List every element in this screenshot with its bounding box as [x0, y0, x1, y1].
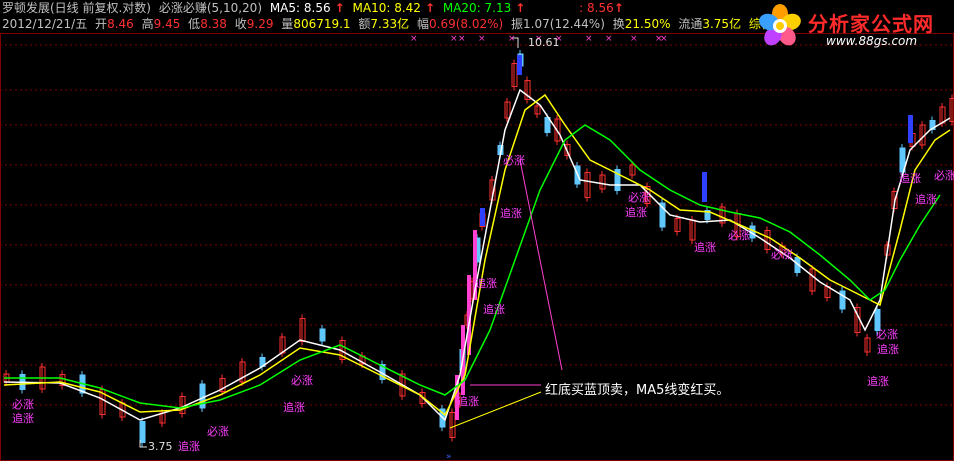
signal-label-chase: 追涨: [283, 401, 305, 414]
signal-label-chase: 追涨: [877, 343, 899, 356]
top-x-marker: ×: [660, 34, 668, 44]
top-x-marker: ×: [585, 34, 593, 44]
top-x-marker: ×: [630, 34, 638, 44]
open-value: 8.46: [107, 17, 134, 31]
top-x-marker: ×: [478, 34, 486, 44]
top-x-marker: ×: [450, 34, 458, 44]
signal-label-must: 必涨: [291, 374, 313, 387]
low-label: 低: [188, 17, 201, 31]
up-arrow-icon: ↑: [424, 1, 435, 15]
quote-header-row: 2012/12/21/五 开8.46 高9.45 低8.38 收9.29 量80…: [2, 17, 785, 31]
high-label: 高: [141, 17, 154, 31]
low-price-label: 3.75: [148, 440, 173, 453]
signal-label-chase: 追涨: [915, 193, 937, 206]
candle-body: [139, 421, 146, 443]
change-label: 幅: [416, 17, 429, 31]
float-value: 3.75亿: [702, 17, 742, 31]
high-value: 9.45: [153, 17, 181, 31]
indicator-header-row: 罗顿发展(日线 前复权.对数) 必涨必赚(5,10,20) MA5: 8.56 ↑…: [2, 1, 624, 15]
formula-name: 必涨必赚(5,10,20): [158, 1, 262, 15]
signal-label-must: 必涨: [934, 169, 954, 182]
amplitude-label: 振: [511, 17, 524, 31]
signal-label-chase: 追涨: [625, 206, 647, 219]
float-label: 流通: [678, 17, 703, 31]
ma5-value: 8.56: [303, 1, 331, 15]
sell-signal-bar: [517, 55, 522, 75]
ma20-label: MA20:: [442, 1, 481, 15]
signal-label-chase: 追涨: [500, 207, 522, 220]
flower-logo-icon: [759, 4, 801, 46]
signal-label-must: 必涨: [207, 425, 229, 438]
ma20-value: 7.13: [484, 1, 512, 15]
open-label: 开: [95, 17, 108, 31]
extra-value: : 8.56: [579, 1, 614, 15]
strategy-annotation: 红底买蓝顶卖，MA5线变红买。: [545, 383, 730, 398]
signal-label-chase: 追涨: [694, 241, 716, 254]
signal-label-chase: 追涨: [867, 375, 889, 388]
sell-signal-bar: [702, 172, 707, 202]
top-x-marker: ×: [508, 34, 516, 44]
amplitude-value: 1.07(12.44%): [523, 17, 605, 31]
logo-brand: 分析家公式网: [808, 12, 934, 36]
up-arrow-icon: ↑: [334, 1, 345, 15]
high-price-label: 10.61: [528, 36, 560, 49]
amount-label: 额: [358, 17, 371, 31]
low-value: 8.38: [200, 17, 227, 31]
ma10-value: 8.42: [394, 1, 421, 15]
candle-body: [319, 328, 326, 342]
sell-signal-bar: [908, 115, 913, 143]
annotation-pointer: [519, 159, 563, 371]
close-value: 9.29: [246, 17, 274, 31]
logo-url: www.88gs.com: [826, 34, 918, 48]
signal-label-chase: 追涨: [178, 440, 200, 453]
up-arrow-icon: ↑: [515, 1, 526, 15]
quote-date: 2012/12/21/五: [2, 17, 88, 31]
signal-label-chase: 追涨: [12, 412, 34, 425]
signal-label-must: 必涨: [771, 248, 793, 261]
ma5-label: MA5:: [269, 1, 301, 15]
change-value: 0.69(8.02%): [429, 17, 504, 31]
volume-label: 量: [281, 17, 294, 31]
top-x-marker: ×: [605, 34, 613, 44]
volume-value: 806719.1: [293, 17, 351, 31]
sell-signal-bar: [480, 208, 485, 226]
signal-label-chase: 追涨: [457, 395, 479, 408]
up-arrow-icon: ↑: [613, 1, 624, 15]
candlestick-chart[interactable]: × × × × × × × × × × ××»: [0, 0, 954, 461]
scroll-marker: »: [446, 452, 452, 461]
indicator-title: 罗顿发展(日线 前复权.对数): [2, 1, 151, 15]
signal-label-chase: 追涨: [483, 303, 505, 316]
signal-label-chase: 追涨: [475, 277, 497, 290]
signal-label-must: 必涨: [503, 154, 525, 167]
top-x-marker: ×: [458, 34, 466, 44]
amount-value: 7.33亿: [370, 17, 410, 31]
signal-label-chase: 追涨: [899, 172, 921, 185]
signal-label-must: 必涨: [628, 191, 650, 204]
turnover-value: 21.50%: [624, 17, 671, 31]
signal-label-must: 必涨: [876, 328, 898, 341]
ma10-label: MA10:: [352, 1, 391, 15]
close-label: 收: [234, 17, 247, 31]
signal-label-must: 必涨: [728, 229, 750, 242]
top-x-marker: ×: [410, 34, 418, 44]
site-logo[interactable]: 分析家公式网 www.88gs.com: [756, 2, 952, 52]
turnover-label: 换: [612, 17, 625, 31]
